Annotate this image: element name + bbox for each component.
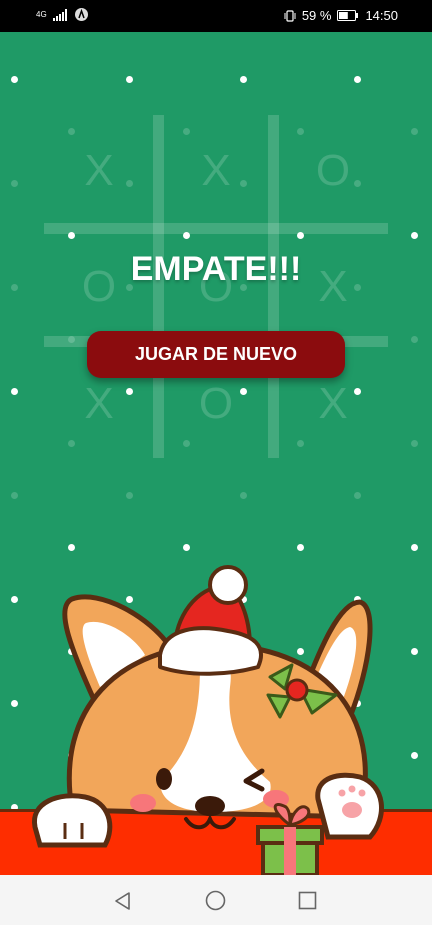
snow-dot — [354, 492, 361, 499]
snow-dot — [11, 492, 18, 499]
snow-dot — [411, 336, 418, 343]
board-cell-2[interactable]: X — [161, 121, 271, 221]
result-message: EMPATE!!! — [130, 250, 302, 288]
battery-icon — [337, 10, 359, 21]
snow-dot — [411, 128, 418, 135]
navigation-bar — [0, 875, 432, 925]
battery-percent: 59 % — [301, 8, 332, 23]
board-cell-1[interactable]: X — [44, 121, 154, 221]
network-label: 4G — [36, 10, 47, 19]
vibrate-icon — [284, 9, 296, 22]
grid-line-horizontal-1 — [44, 223, 388, 234]
snow-dot — [126, 492, 133, 499]
status-right: 59 % 14:50 — [284, 8, 398, 23]
clock: 14:50 — [365, 8, 398, 23]
game-screen: X X O O O X X O X EMPATE!!! JUGAR DE NUE… — [0, 32, 432, 875]
snow-dot — [11, 388, 18, 395]
corgi-illustration — [32, 565, 384, 875]
snow-dot — [11, 180, 18, 187]
snow-dot — [354, 76, 361, 83]
status-left: 4G — [36, 8, 88, 21]
snow-dot — [240, 76, 247, 83]
board-cell-3[interactable]: O — [278, 121, 388, 221]
snow-dot — [411, 232, 418, 239]
back-icon[interactable] — [113, 891, 133, 911]
recents-icon[interactable] — [298, 891, 317, 910]
signal-icon — [52, 8, 67, 21]
play-again-button[interactable]: JUGAR DE NUEVO — [87, 331, 345, 378]
home-icon[interactable] — [205, 890, 226, 911]
snow-dot — [240, 492, 247, 499]
app-icon — [74, 8, 88, 21]
snow-dot — [126, 76, 133, 83]
snow-dot — [411, 440, 418, 447]
snow-dot — [11, 76, 18, 83]
status-bar: 4G 59 % 14:50 — [0, 0, 432, 32]
